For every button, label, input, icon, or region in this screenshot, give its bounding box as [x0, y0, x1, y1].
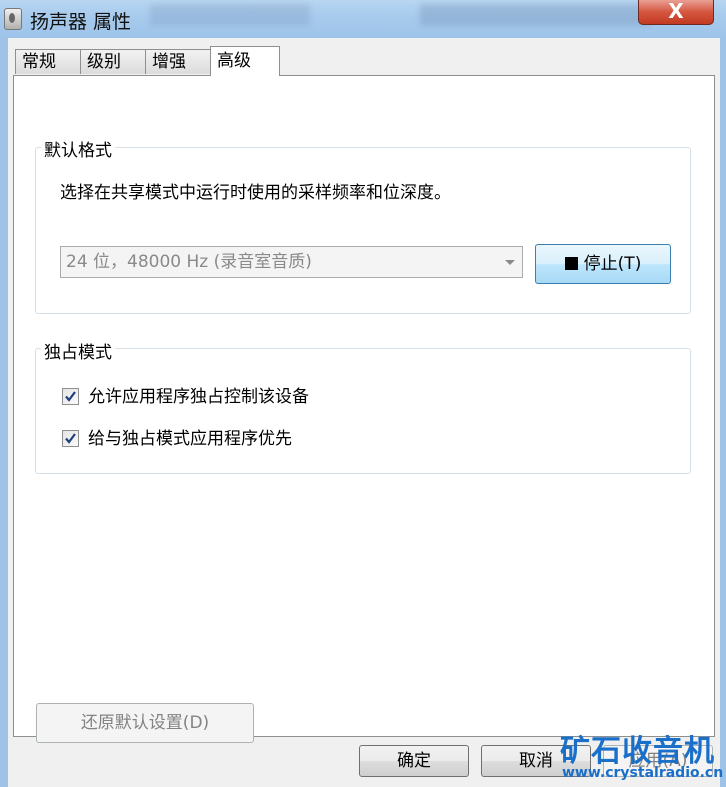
tab-general[interactable]: 常规 — [15, 49, 81, 74]
tab-enhancements[interactable]: 增强 — [145, 49, 211, 74]
format-select[interactable]: 24 位，48000 Hz (录音室音质) — [60, 246, 523, 278]
watermark-url: www.crystalradio.cn — [562, 765, 724, 781]
watermark-title: 矿石收音机 — [560, 734, 715, 769]
allow-exclusive-label: 允许应用程序独占控制该设备 — [88, 387, 309, 407]
exclusive-priority-checkbox[interactable] — [62, 430, 79, 447]
default-format-group — [35, 147, 691, 314]
format-select-value: 24 位，48000 Hz (录音室音质) — [66, 252, 312, 272]
chevron-down-icon[interactable] — [505, 260, 515, 265]
exclusive-mode-group — [35, 348, 691, 474]
tab-advanced[interactable]: 高级 — [210, 46, 280, 76]
restore-defaults-button[interactable]: 还原默认设置(D) — [36, 703, 254, 743]
checkmark-icon — [65, 433, 76, 444]
speaker-icon — [4, 8, 22, 30]
background-blur — [150, 4, 310, 26]
exclusive-priority-label: 给与独占模式应用程序优先 — [88, 429, 292, 449]
properties-dialog: 常规 级别 增强 高级 默认格式 选择在共享模式中运行时使用的采样频率和位深度。… — [8, 38, 720, 787]
close-button[interactable]: X — [638, 0, 714, 25]
stop-button-label: 停止(T) — [583, 254, 642, 274]
allow-exclusive-checkbox[interactable] — [62, 388, 79, 405]
stop-button[interactable]: 停止(T) — [535, 244, 671, 284]
window-title: 扬声器 属性 — [30, 11, 132, 33]
exclusive-mode-title: 独占模式 — [41, 338, 115, 363]
stop-icon — [564, 257, 578, 270]
default-format-title: 默认格式 — [41, 136, 115, 161]
format-description: 选择在共享模式中运行时使用的采样频率和位深度。 — [60, 183, 451, 203]
tab-levels[interactable]: 级别 — [80, 49, 146, 74]
background-blur — [420, 4, 650, 26]
checkmark-icon — [65, 391, 76, 402]
tab-panel-advanced: 默认格式 选择在共享模式中运行时使用的采样频率和位深度。 24 位，48000 … — [13, 75, 715, 743]
ok-button[interactable]: 确定 — [359, 745, 469, 777]
title-bar[interactable]: 扬声器 属性 X — [0, 0, 726, 38]
